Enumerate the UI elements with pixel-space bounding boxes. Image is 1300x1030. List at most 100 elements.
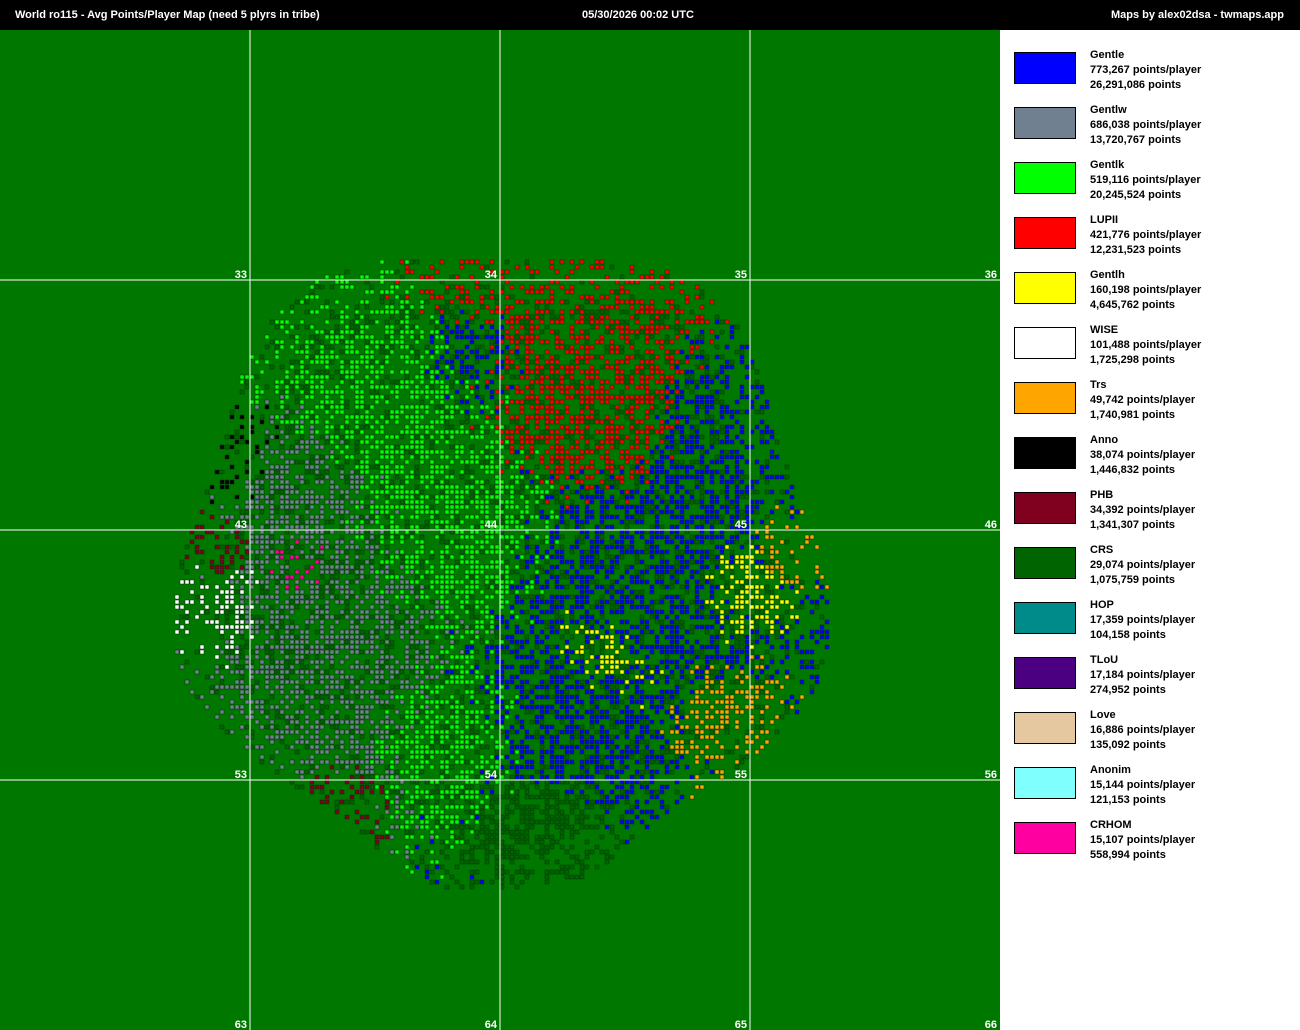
village-marker: [369, 309, 375, 315]
village-marker: [249, 604, 255, 610]
village-marker: [529, 629, 535, 635]
village-marker: [569, 649, 575, 655]
village-marker: [584, 764, 590, 770]
village-marker: [474, 494, 480, 500]
village-marker: [509, 609, 515, 615]
village-marker: [474, 579, 480, 585]
village-marker: [249, 579, 255, 585]
village-marker: [519, 744, 525, 750]
village-marker: [554, 709, 560, 715]
village-marker: [444, 629, 450, 635]
village-marker: [389, 744, 395, 750]
village-marker: [259, 704, 265, 710]
village-marker: [274, 639, 280, 645]
village-marker: [584, 794, 590, 800]
village-marker: [394, 449, 400, 455]
village-marker: [309, 489, 315, 495]
village-marker: [374, 494, 380, 500]
village-marker: [584, 774, 590, 780]
village-marker: [354, 719, 360, 725]
village-marker: [564, 389, 570, 395]
village-marker: [364, 359, 370, 365]
village-marker: [584, 554, 590, 560]
village-marker: [354, 744, 360, 750]
village-marker: [544, 384, 550, 390]
village-marker: [439, 814, 445, 820]
village-marker: [454, 624, 460, 630]
village-marker: [379, 639, 385, 645]
village-marker: [279, 549, 285, 555]
village-marker: [269, 519, 275, 525]
village-marker: [459, 429, 465, 435]
village-marker: [219, 674, 225, 680]
village-marker: [544, 404, 550, 410]
village-marker: [479, 699, 485, 705]
village-marker: [219, 589, 225, 595]
village-marker: [279, 604, 285, 610]
village-marker: [474, 389, 480, 395]
village-marker: [474, 574, 480, 580]
village-marker: [369, 384, 375, 390]
village-marker: [484, 669, 490, 675]
village-marker: [334, 549, 340, 555]
village-marker: [519, 724, 525, 730]
village-marker: [499, 549, 505, 555]
village-marker: [304, 349, 310, 355]
village-marker: [349, 794, 355, 800]
village-marker: [459, 449, 465, 455]
village-marker: [519, 694, 525, 700]
village-marker: [339, 584, 345, 590]
village-marker: [584, 484, 590, 490]
village-marker: [414, 324, 420, 330]
village-marker: [389, 434, 395, 440]
village-marker: [239, 439, 245, 445]
village-marker: [469, 589, 475, 595]
village-marker: [444, 554, 450, 560]
village-marker: [194, 544, 200, 550]
village-marker: [239, 594, 245, 600]
village-marker: [419, 449, 425, 455]
village-marker: [284, 529, 290, 535]
village-marker: [234, 684, 240, 690]
village-marker: [499, 794, 505, 800]
village-marker: [559, 299, 565, 305]
village-marker: [504, 484, 510, 490]
village-marker: [469, 474, 475, 480]
village-marker: [454, 704, 460, 710]
village-marker: [574, 569, 580, 575]
village-marker: [504, 329, 510, 335]
village-marker: [534, 704, 540, 710]
village-marker: [439, 644, 445, 650]
village-marker: [459, 529, 465, 535]
village-marker: [349, 479, 355, 485]
village-marker: [499, 719, 505, 725]
village-marker: [459, 679, 465, 685]
village-marker: [539, 739, 545, 745]
village-marker: [444, 344, 450, 350]
village-marker: [384, 774, 390, 780]
village-marker: [209, 494, 215, 500]
village-marker: [404, 299, 410, 305]
village-marker: [439, 319, 445, 325]
village-marker: [324, 669, 330, 675]
village-marker: [374, 549, 380, 555]
village-marker: [324, 684, 330, 690]
village-marker: [434, 429, 440, 435]
village-marker: [484, 354, 490, 360]
village-marker: [424, 819, 430, 825]
village-marker: [569, 329, 575, 335]
village-marker: [579, 774, 585, 780]
village-marker: [564, 649, 570, 655]
village-marker: [469, 384, 475, 390]
village-marker: [329, 654, 335, 660]
village-marker: [329, 659, 335, 665]
village-marker: [244, 624, 250, 630]
village-marker: [389, 574, 395, 580]
village-marker: [494, 719, 500, 725]
village-marker: [484, 564, 490, 570]
world-map[interactable]: 33 34 35 3643 44 45 4653 54 55 5663 64 65 66: [0, 30, 1000, 1030]
village-marker: [484, 284, 490, 290]
village-marker: [339, 799, 345, 805]
village-marker: [394, 669, 400, 675]
village-marker: [544, 549, 550, 555]
